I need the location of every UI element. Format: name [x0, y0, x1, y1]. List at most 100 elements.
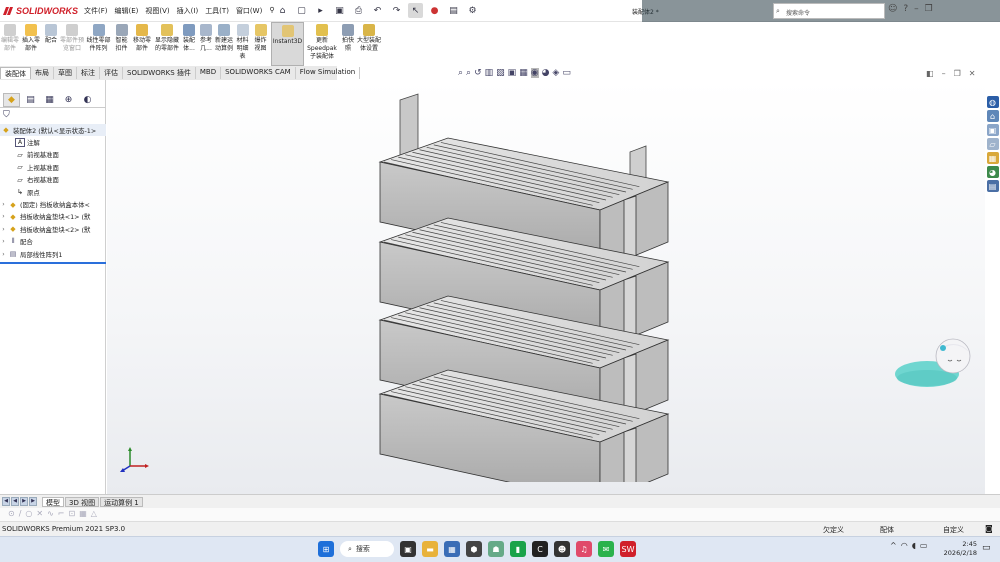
linear-pattern-button[interactable]: 线性零部件阵列 — [85, 22, 112, 66]
hide-show-items-icon[interactable]: ◉ — [530, 68, 539, 78]
doc-close-icon[interactable]: ✕ — [969, 69, 976, 78]
file-properties-icon[interactable]: ▤ — [446, 3, 461, 18]
assembly-features-button[interactable]: 装配体... — [181, 22, 197, 66]
prev-tab-icon[interactable]: ◀ — [11, 497, 19, 506]
menu-insert[interactable]: 插入(I) — [177, 6, 199, 16]
command-search-input[interactable]: ⌕ 搜索命令 — [773, 3, 885, 19]
desktop-pet-sleeping[interactable] — [893, 334, 983, 390]
custom-properties-icon[interactable]: ◕ — [986, 166, 999, 178]
featuremanager-tab-icon[interactable]: ◆ — [3, 93, 20, 107]
dynamic-annotation-icon[interactable]: ▧ — [496, 68, 505, 78]
propertymanager-tab-icon[interactable]: ▤ — [22, 93, 39, 107]
tab-addins[interactable]: SOLIDWORKS 插件 — [123, 67, 196, 79]
tab-markup[interactable]: 标注 — [77, 67, 100, 79]
battery-icon[interactable]: ▭ — [920, 541, 928, 550]
android-app-icon[interactable]: ☗ — [488, 541, 504, 557]
tree-item-origin[interactable]: ↳ 原点 — [0, 186, 106, 198]
view-orientation-icon[interactable]: ▣ — [508, 68, 517, 78]
insert-component-button[interactable]: 插入零部件 — [20, 22, 42, 66]
previous-view-icon[interactable]: ↺ — [474, 68, 482, 78]
chevron-up-icon[interactable]: ^ — [890, 541, 897, 550]
redo-icon[interactable]: ↷ — [389, 3, 404, 18]
file-explorer-icon[interactable]: ▬ — [422, 541, 438, 557]
tab-assembly[interactable]: 装配体 — [0, 67, 31, 79]
take-snapshot-button[interactable]: 拍快照 — [340, 22, 356, 66]
expand-arrow-icon[interactable]: › — [0, 226, 7, 233]
new-document-icon[interactable]: ▢ — [294, 3, 309, 18]
print-icon[interactable]: ⎙ — [351, 3, 366, 18]
first-tab-icon[interactable]: ◀ — [2, 497, 10, 506]
expand-arrow-icon[interactable]: › — [0, 238, 7, 245]
tree-item-fixed-box-body[interactable]: › ◆ (固定) 挡板收纳盒本体< — [0, 198, 106, 210]
tree-item-spacer-2[interactable]: › ◆ 挡板收纳盒垫块<2> (默 — [0, 223, 106, 235]
windows-start-icon[interactable]: ⊞ — [318, 541, 334, 557]
doc-minimize-icon[interactable]: – — [942, 69, 946, 78]
dimxpert-tab-icon[interactable]: ⊕ — [60, 93, 77, 107]
open-icon[interactable]: ▸ — [313, 3, 328, 18]
qq-icon[interactable]: ☻ — [554, 541, 570, 557]
tab-cam[interactable]: SOLIDWORKS CAM — [221, 67, 296, 79]
new-motion-study-button[interactable]: 新建运动算例 — [215, 22, 233, 66]
move-component-button[interactable]: 移动零部件 — [131, 22, 153, 66]
expand-arrow-icon[interactable]: › — [0, 201, 7, 208]
zoom-to-fit-icon[interactable]: ⌕ — [458, 68, 463, 78]
help-icon[interactable]: ? — [903, 4, 908, 14]
restore-icon[interactable]: ❐ — [925, 4, 933, 14]
tab-motion-study[interactable]: 运动算例 1 — [100, 497, 143, 507]
tab-3d-views[interactable]: 3D 视图 — [65, 497, 100, 507]
expand-arrow-icon[interactable]: › — [0, 251, 7, 258]
file-explorer-icon[interactable]: ▣ — [986, 124, 999, 136]
volume-icon[interactable]: ◖ — [912, 541, 916, 550]
options-gear-icon[interactable]: ⚙ — [465, 3, 480, 18]
solidworks-logo[interactable]: SOLIDWORKS — [2, 4, 78, 18]
audio-app-icon[interactable]: ♫ — [576, 541, 592, 557]
menu-window[interactable]: 窗口(W) — [236, 6, 262, 16]
menu-tools[interactable]: 工具(T) — [205, 6, 229, 16]
exploded-view-button[interactable]: 爆炸视图 — [252, 22, 269, 66]
tab-model[interactable]: 模型 — [42, 497, 64, 507]
tile-icon[interactable]: ◧ — [926, 69, 934, 78]
undo-icon[interactable]: ↶ — [370, 3, 385, 18]
smart-fasteners-button[interactable]: 智能扣件 — [113, 22, 130, 66]
wechat-icon[interactable]: ✉ — [598, 541, 614, 557]
tree-item-local-pattern[interactable]: › ▤ 局部线性阵列1 — [0, 248, 106, 260]
edit-appearance-icon[interactable]: ◕ — [542, 68, 550, 78]
tree-item-spacer-1[interactable]: › ◆ 挡板收纳盒垫块<1> (默 — [0, 211, 106, 223]
tree-item-top-plane[interactable]: ▱ 上视基准面 — [0, 161, 106, 173]
tree-item-front-plane[interactable]: ▱ 前视基准面 — [0, 149, 106, 161]
next-tab-icon[interactable]: ▶ — [20, 497, 28, 506]
edit-component-button[interactable]: 编辑零部件 — [1, 22, 19, 66]
expand-arrow-icon[interactable]: › — [0, 213, 7, 220]
wifi-icon[interactable]: ◠ — [901, 541, 908, 550]
menu-edit[interactable]: 编辑(E) — [115, 6, 139, 16]
bill-of-materials-button[interactable]: 材料明细表 — [234, 22, 251, 66]
mate-button[interactable]: 配合 — [43, 22, 59, 66]
home-icon[interactable]: ⌂ — [275, 3, 290, 18]
tree-item-annotations[interactable]: A 注解 — [0, 136, 106, 148]
green-app-icon[interactable]: ▮ — [510, 541, 526, 557]
rollback-bar[interactable] — [0, 262, 106, 264]
section-view-icon[interactable]: ▥ — [485, 68, 494, 78]
c-app-icon[interactable]: C — [532, 541, 548, 557]
tab-mbd[interactable]: MBD — [196, 67, 222, 79]
save-icon[interactable]: ▣ — [332, 3, 347, 18]
large-assembly-settings-button[interactable]: 大型装配体设置 — [357, 22, 381, 66]
system-clock[interactable]: 2:45 2026/2/18 — [941, 540, 977, 558]
display-style-icon[interactable]: ▦ — [519, 68, 528, 78]
solidworks-forum-icon[interactable]: ▤ — [986, 180, 999, 192]
tab-sketch[interactable]: 草图 — [54, 67, 77, 79]
view-palette-icon[interactable]: ▱ — [986, 138, 999, 150]
tree-root-assembly[interactable]: ◆ 装配体2 (默认<显示状态-1> — [0, 124, 106, 137]
traffic-light-icon[interactable]: ● — [427, 3, 442, 18]
task-view-icon[interactable]: ▣ — [400, 541, 416, 557]
minimize-icon[interactable]: – — [914, 4, 919, 14]
last-tab-icon[interactable]: ▶ — [29, 497, 37, 506]
reference-geometry-button[interactable]: 参考几... — [198, 22, 214, 66]
zoom-to-area-icon[interactable]: ⌕ — [466, 68, 471, 78]
units-selector[interactable]: 自定义 — [943, 525, 964, 535]
menu-file[interactable]: 文件(F) — [84, 6, 108, 16]
status-help-icon[interactable]: ◙ — [985, 524, 993, 533]
user-icon[interactable]: ☺ — [888, 4, 897, 14]
solidworks-resources-icon[interactable]: ◍ — [986, 96, 999, 108]
assembly-model-render[interactable] — [360, 90, 680, 482]
